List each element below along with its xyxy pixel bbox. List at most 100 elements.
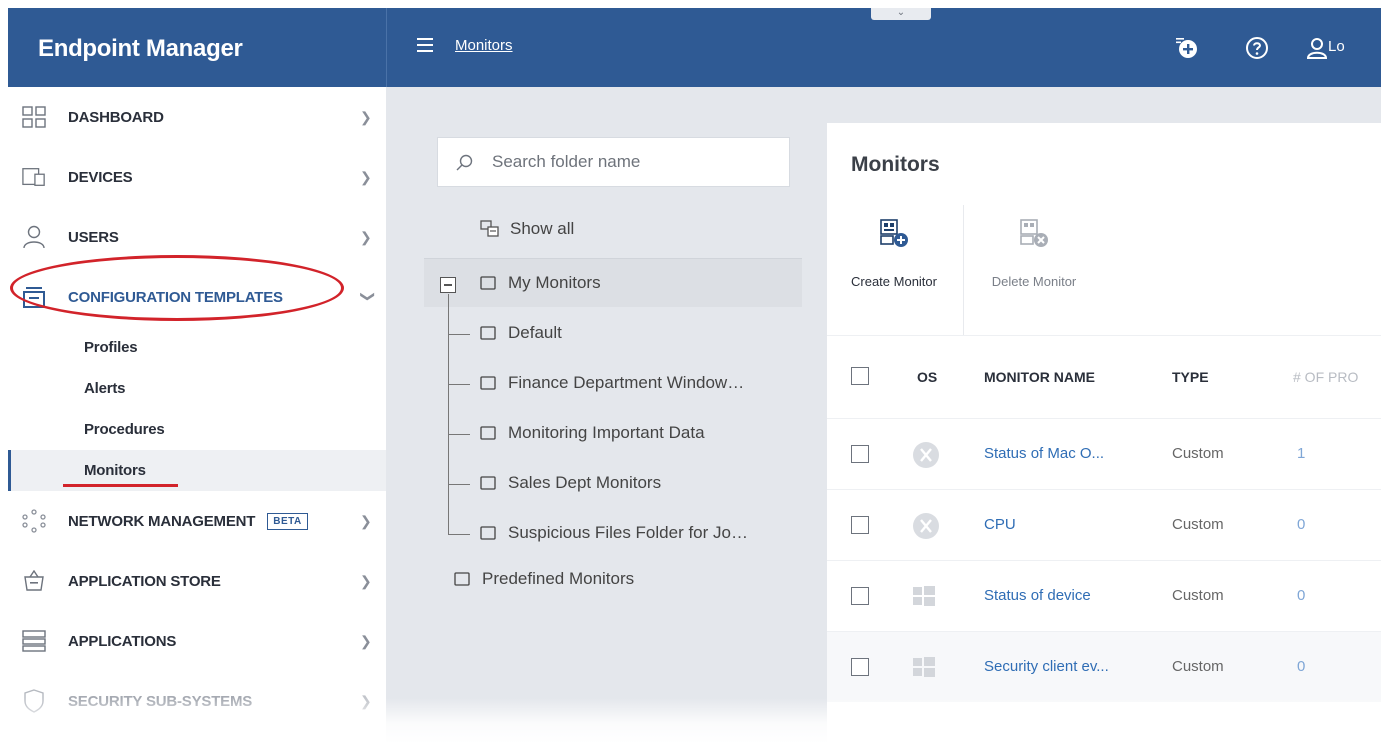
row-checkbox[interactable]	[851, 516, 869, 534]
table-row[interactable]: Security client ev... Custom 0	[827, 631, 1381, 702]
sidebar-subitem-procedures[interactable]: Procedures	[8, 409, 386, 450]
show-all-button[interactable]: Show all	[480, 219, 574, 239]
row-checkbox[interactable]	[851, 587, 869, 605]
login-label[interactable]: Lo	[1328, 38, 1345, 55]
chevron-right-icon: ❯	[360, 229, 372, 245]
sidebar-item-label: APPLICATIONS	[68, 632, 177, 650]
breadcrumb[interactable]: Monitors	[455, 37, 513, 54]
menu-icon[interactable]	[417, 38, 433, 52]
folder-icon	[480, 526, 496, 540]
tree-item-finance-department[interactable]: Finance Department Window…	[480, 373, 744, 393]
sidebar-subitem-alerts[interactable]: Alerts	[8, 368, 386, 409]
monitor-type: Custom	[1172, 658, 1224, 675]
applications-icon	[22, 629, 46, 653]
monitor-type: Custom	[1172, 516, 1224, 533]
profile-count-link[interactable]: 0	[1297, 658, 1305, 675]
chevron-right-icon: ❯	[360, 109, 372, 125]
column-header-monitor-name[interactable]: MONITOR NAME	[984, 369, 1095, 385]
dashboard-icon	[22, 105, 46, 129]
monitor-name-link[interactable]: Status of Mac O...	[984, 445, 1104, 462]
windows-icon	[913, 586, 935, 606]
add-icon[interactable]	[1175, 36, 1197, 58]
sidebar-item-configuration-templates[interactable]: CONFIGURATION TEMPLATES ❯	[8, 267, 386, 327]
chevron-right-icon: ❯	[360, 513, 372, 529]
delete-monitor-icon	[1020, 219, 1048, 247]
column-header-type[interactable]: TYPE	[1172, 369, 1209, 385]
collapse-header-button[interactable]: ⌄	[871, 8, 931, 20]
select-all-checkbox[interactable]	[851, 367, 869, 385]
tree-item-label: Finance Department Window…	[508, 373, 745, 392]
show-all-label: Show all	[510, 219, 575, 238]
tree-item-label: Default	[508, 323, 562, 342]
show-all-icon	[480, 220, 499, 237]
sidebar-item-security-sub-systems[interactable]: SECURITY SUB-SYSTEMS ❯	[8, 671, 386, 731]
divider	[963, 205, 964, 335]
app-title: Endpoint Manager	[8, 8, 386, 87]
sidebar-item-devices[interactable]: DEVICES ❯	[8, 147, 386, 207]
tree-item-suspicious-files[interactable]: Suspicious Files Folder for Jo…	[480, 523, 748, 543]
row-checkbox[interactable]	[851, 445, 869, 463]
create-monitor-button[interactable]: Create Monitor	[829, 218, 959, 289]
sidebar-item-network-management[interactable]: NETWORK MANAGEMENT BETA ❯	[8, 491, 386, 551]
row-checkbox[interactable]	[851, 658, 869, 676]
monitor-name-link[interactable]: Security client ev...	[984, 658, 1109, 675]
folder-icon	[480, 276, 496, 290]
tree-item-label: Sales Dept Monitors	[508, 473, 662, 492]
windows-icon	[913, 657, 935, 677]
sidebar-subitem-monitors[interactable]: Monitors	[8, 450, 386, 491]
tree-item-default[interactable]: Default	[480, 323, 562, 343]
table-row[interactable]: Status of Mac O... Custom 1	[827, 418, 1381, 489]
tree-item-sales-dept-monitors[interactable]: Sales Dept Monitors	[480, 473, 661, 493]
tree-item-monitoring-important-data[interactable]: Monitoring Important Data	[480, 423, 705, 443]
monitors-panel: Monitors Create Monitor Delete Monitor O…	[827, 123, 1381, 744]
chevron-right-icon: ❯	[360, 633, 372, 649]
monitor-name-link[interactable]: CPU	[984, 516, 1016, 533]
sidebar-item-label: DASHBOARD	[68, 108, 164, 126]
tree-connector	[448, 384, 470, 385]
folder-icon	[480, 476, 496, 490]
sidebar-item-label: NETWORK MANAGEMENT	[68, 512, 256, 530]
tree-item-my-monitors[interactable]: My Monitors	[480, 273, 601, 293]
shield-icon	[22, 689, 46, 713]
tree-connector	[448, 534, 470, 535]
sidebar-subitem-profiles[interactable]: Profiles	[8, 327, 386, 368]
create-monitor-icon	[880, 219, 908, 247]
folder-search[interactable]	[437, 137, 790, 187]
table-row[interactable]: CPU Custom 0	[827, 489, 1381, 560]
tree-connector	[448, 294, 449, 534]
mac-os-icon	[913, 442, 939, 468]
topbar: Monitors ⌄ Lo	[386, 8, 1381, 87]
help-icon[interactable]	[1245, 36, 1268, 59]
table-header: OS MONITOR NAME TYPE # OF PRO	[827, 336, 1381, 418]
user-icon[interactable]	[1305, 36, 1328, 59]
chevron-right-icon: ❯	[360, 573, 372, 589]
delete-monitor-button[interactable]: Delete Monitor	[969, 218, 1099, 289]
tree-item-predefined-monitors[interactable]: Predefined Monitors	[454, 569, 634, 589]
network-icon	[22, 509, 46, 533]
column-header-os[interactable]: OS	[917, 369, 937, 385]
page-title: Monitors	[851, 153, 940, 176]
app-window: Endpoint Manager DASHBOARD ❯ DEVICES ❯ U…	[8, 8, 1381, 744]
folder-icon	[480, 426, 496, 440]
folder-icon	[480, 326, 496, 340]
sidebar-item-users[interactable]: USERS ❯	[8, 207, 386, 267]
table-row[interactable]: Status of device Custom 0	[827, 560, 1381, 631]
sidebar: Endpoint Manager DASHBOARD ❯ DEVICES ❯ U…	[8, 8, 386, 744]
folder-icon	[480, 376, 496, 390]
sidebar-item-dashboard[interactable]: DASHBOARD ❯	[8, 87, 386, 147]
sidebar-item-application-store[interactable]: APPLICATION STORE ❯	[8, 551, 386, 611]
sidebar-item-label: CONFIGURATION TEMPLATES	[68, 288, 283, 306]
search-input[interactable]	[492, 150, 772, 174]
profile-count-link[interactable]: 1	[1297, 445, 1305, 462]
sidebar-item-label: USERS	[68, 228, 119, 246]
tree-item-label: Monitoring Important Data	[508, 423, 705, 442]
sidebar-item-applications[interactable]: APPLICATIONS ❯	[8, 611, 386, 671]
tree-connector	[448, 484, 470, 485]
monitor-name-link[interactable]: Status of device	[984, 587, 1091, 604]
chevron-down-icon: ❯	[360, 290, 377, 303]
column-header-count[interactable]: # OF PRO	[1293, 369, 1358, 385]
profile-count-link[interactable]: 0	[1297, 516, 1305, 533]
collapse-toggle-icon[interactable]	[440, 277, 456, 293]
profile-count-link[interactable]: 0	[1297, 587, 1305, 604]
store-icon	[22, 569, 46, 593]
